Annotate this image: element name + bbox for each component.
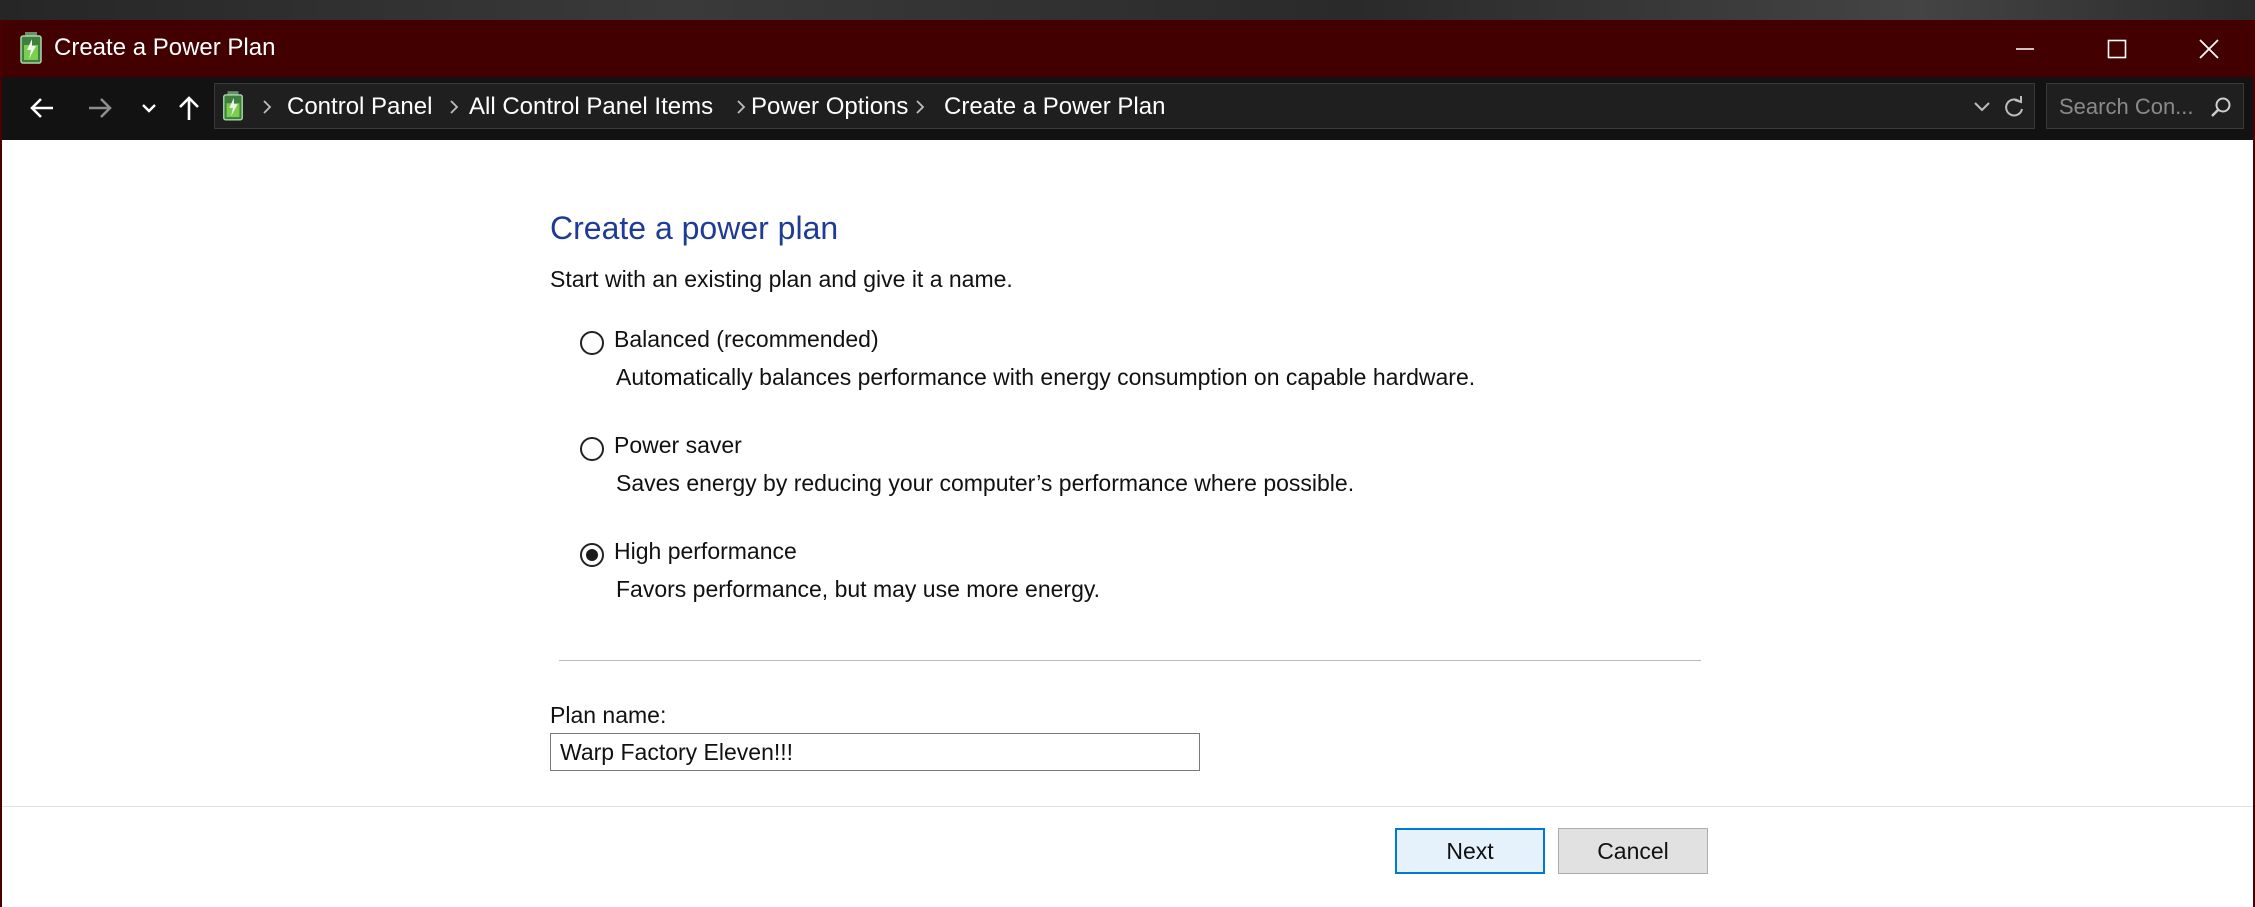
chevron-down-icon <box>142 104 156 113</box>
maximize-button[interactable] <box>2071 20 2163 77</box>
search-box[interactable] <box>2046 83 2244 129</box>
maximize-icon <box>2107 39 2127 58</box>
minimize-icon <box>2016 47 2034 50</box>
page-title: Create a power plan <box>550 210 839 246</box>
up-button[interactable] <box>169 87 209 129</box>
main-content: Create a power plan Start with an existi… <box>2 140 2253 907</box>
option-label[interactable]: Balanced (recommended) <box>614 326 879 353</box>
back-button[interactable] <box>22 87 62 129</box>
control-panel-window: Create a Power Plan Control Panel All Co… <box>0 20 2255 907</box>
option-label[interactable]: Power saver <box>614 432 742 459</box>
breadcrumb-chevron-icon <box>737 100 746 114</box>
desktop-background <box>0 0 2255 20</box>
address-history-chevron-icon[interactable] <box>1972 100 1992 114</box>
search-icon[interactable] <box>2209 96 2233 120</box>
option-description: Favors performance, but may use more ene… <box>616 576 1101 602</box>
close-button[interactable] <box>2163 20 2255 77</box>
back-arrow-icon <box>30 98 53 118</box>
minimize-button[interactable] <box>1979 20 2071 77</box>
breadcrumb-create-power-plan[interactable]: Create a Power Plan <box>944 93 1165 121</box>
recent-locations-button[interactable] <box>129 87 169 129</box>
intro-text: Start with an existing plan and give it … <box>550 266 1013 292</box>
forward-arrow-icon <box>89 98 112 118</box>
option-description: Saves energy by reducing your computer’s… <box>616 470 1355 496</box>
breadcrumb-all-items[interactable]: All Control Panel Items <box>469 93 713 121</box>
plan-name-input[interactable] <box>550 733 1200 771</box>
option-description: Automatically balances performance with … <box>616 364 1476 390</box>
radio-high-performance[interactable] <box>580 543 604 567</box>
forward-button[interactable] <box>80 87 120 129</box>
refresh-icon[interactable] <box>2003 94 2025 120</box>
option-label[interactable]: High performance <box>614 538 797 565</box>
search-input[interactable] <box>2057 92 2211 122</box>
title-bar[interactable]: Create a Power Plan <box>2 20 2253 77</box>
control-panel-icon <box>223 91 243 121</box>
close-icon <box>2199 38 2219 59</box>
breadcrumb-chevron-icon <box>450 100 459 114</box>
breadcrumb-control-panel[interactable]: Control Panel <box>287 93 432 121</box>
breadcrumb-chevron-icon <box>263 100 272 114</box>
power-options-icon <box>20 32 42 64</box>
navigation-bar: Control Panel All Control Panel Items Po… <box>2 77 2253 140</box>
address-bar[interactable]: Control Panel All Control Panel Items Po… <box>214 83 2035 129</box>
plan-name-label: Plan name: <box>550 702 667 728</box>
radio-balanced[interactable] <box>580 331 604 355</box>
breadcrumb-chevron-icon <box>916 100 925 114</box>
section-divider <box>559 660 1701 661</box>
footer-divider <box>2 806 2253 807</box>
cancel-button[interactable]: Cancel <box>1558 828 1708 874</box>
breadcrumb-power-options[interactable]: Power Options <box>751 93 908 121</box>
up-arrow-icon <box>179 96 199 120</box>
next-button[interactable]: Next <box>1395 828 1545 874</box>
window-title: Create a Power Plan <box>54 34 276 61</box>
radio-power-saver[interactable] <box>580 437 604 461</box>
